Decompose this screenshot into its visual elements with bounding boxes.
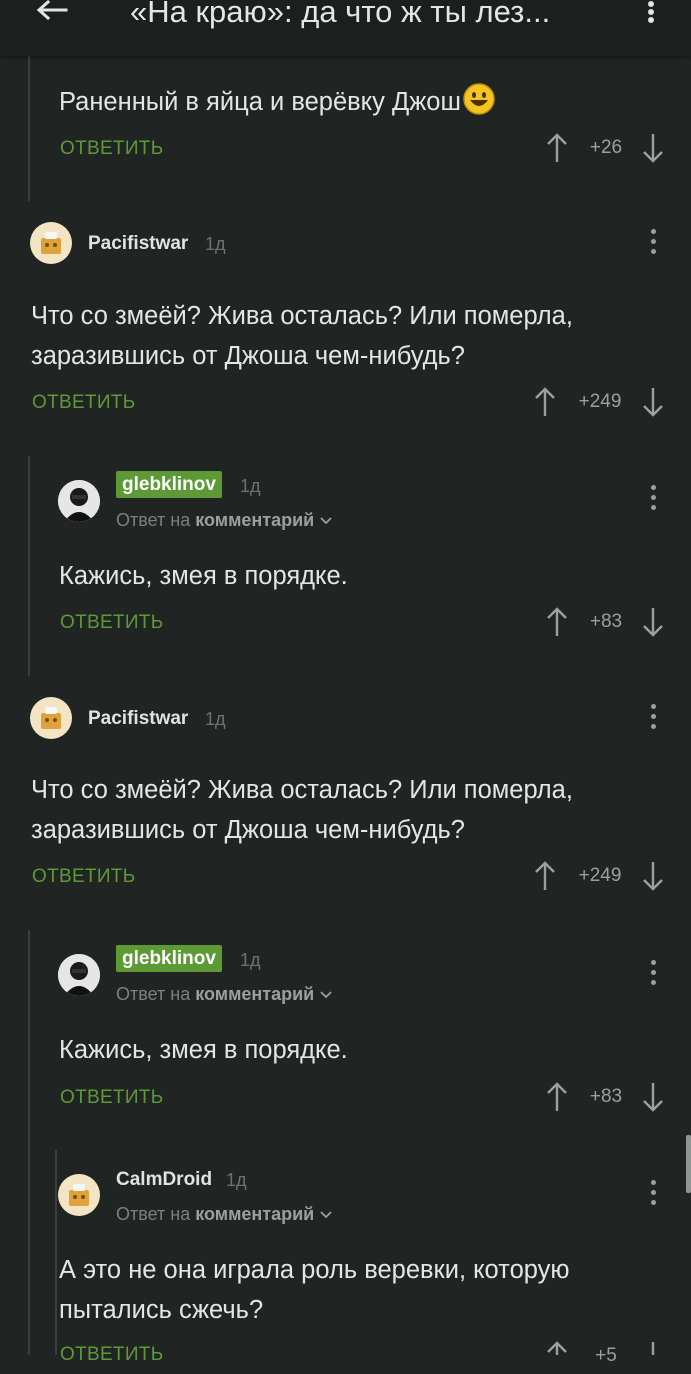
comment-text: Кажись, змея в порядке.	[59, 562, 348, 590]
downvote-arrow-icon[interactable]	[641, 860, 665, 892]
timestamp: 1д	[205, 709, 226, 729]
upvote-arrow-icon[interactable]	[533, 386, 557, 418]
robot-avatar-icon	[69, 1184, 89, 1206]
timestamp: 1д	[205, 234, 226, 254]
chevron-down-icon	[320, 991, 332, 999]
vote-controls: +83	[545, 1081, 685, 1115]
username[interactable]: CalmDroid	[116, 1169, 212, 1191]
comment-text: А это не она играла роль веревки, котору…	[59, 1256, 570, 1324]
vote-controls: +249	[533, 860, 673, 894]
avatar[interactable]	[58, 1174, 100, 1216]
reply-button[interactable]: ОТВЕТИТЬ	[60, 138, 163, 160]
vote-count: +83	[589, 1086, 623, 1107]
reply-button[interactable]: ОТВЕТИТЬ	[32, 866, 135, 888]
upvote-arrow-icon[interactable]	[545, 132, 569, 164]
avatar[interactable]	[30, 697, 72, 739]
thread-line	[55, 1150, 57, 1355]
upvote-arrow-icon[interactable]	[545, 1340, 569, 1355]
username[interactable]: glebklinov	[116, 471, 222, 498]
downvote-arrow-icon[interactable]	[641, 132, 665, 164]
timestamp: 1д	[226, 1170, 247, 1190]
username[interactable]: Pacifistwar	[88, 708, 188, 730]
downvote-arrow-icon[interactable]	[641, 606, 665, 638]
app-bar: «На краю»: да что ж ты лез...	[0, 0, 691, 56]
comment-menu-icon[interactable]	[647, 229, 659, 259]
reply-button[interactable]: ОТВЕТИТЬ	[32, 392, 135, 414]
reply-to-link[interactable]: Ответ на комментарий	[116, 1204, 333, 1225]
vote-count: +5	[595, 1345, 617, 1366]
vote-controls: +83	[545, 606, 685, 640]
comment-menu-icon[interactable]	[647, 485, 659, 515]
comment-text: Кажись, змея в порядке.	[59, 1036, 348, 1064]
vote-controls: +5	[545, 1340, 685, 1374]
person-avatar-icon	[58, 480, 100, 522]
upvote-arrow-icon[interactable]	[545, 1081, 569, 1113]
downvote-arrow-icon[interactable]	[641, 386, 665, 418]
smiley-emoji-icon	[463, 83, 495, 115]
avatar[interactable]	[58, 954, 100, 996]
chevron-down-icon	[320, 1211, 332, 1219]
upvote-arrow-icon[interactable]	[545, 606, 569, 638]
reply-button[interactable]: ОТВЕТИТЬ	[60, 612, 163, 634]
thread-line	[28, 56, 30, 201]
vote-count: +249	[578, 865, 622, 886]
reply-to-link[interactable]: Ответ на комментарий	[116, 510, 333, 531]
back-arrow-icon	[36, 0, 68, 21]
timestamp: 1д	[240, 950, 261, 970]
avatar[interactable]	[58, 480, 100, 522]
upvote-arrow-icon[interactable]	[533, 860, 557, 892]
person-avatar-icon	[58, 954, 100, 996]
avatar[interactable]	[30, 222, 72, 264]
robot-avatar-icon	[41, 707, 61, 729]
comment-menu-icon[interactable]	[647, 960, 659, 990]
comment-menu-icon[interactable]	[647, 1180, 659, 1210]
chevron-down-icon	[320, 517, 332, 525]
thread-line	[28, 456, 30, 676]
comment-text: Что со змеёй? Жива осталась? Или померла…	[31, 776, 573, 844]
vote-count: +249	[578, 391, 622, 412]
robot-avatar-icon	[41, 232, 61, 254]
more-options-button[interactable]	[636, 0, 666, 36]
comment-text: Раненный в яйца и верёвку Джош	[59, 82, 495, 122]
username[interactable]: glebklinov	[116, 945, 222, 972]
more-vert-icon	[648, 1, 654, 23]
comment-menu-icon[interactable]	[647, 704, 659, 734]
page-title: «На краю»: да что ж ты лез...	[130, 0, 551, 29]
downvote-arrow-icon[interactable]	[641, 1081, 665, 1113]
reply-button[interactable]: ОТВЕТИТЬ	[60, 1344, 163, 1366]
reply-to-link[interactable]: Ответ на комментарий	[116, 984, 333, 1005]
vote-count: +26	[589, 137, 623, 158]
thread-line	[28, 930, 30, 1355]
back-button[interactable]	[26, 0, 74, 40]
scrollbar[interactable]	[686, 1135, 691, 1193]
comment-text: Что со змеёй? Жива осталась? Или померла…	[31, 302, 573, 370]
vote-count: +83	[589, 611, 623, 632]
downvote-arrow-icon[interactable]	[641, 1340, 665, 1355]
reply-button[interactable]: ОТВЕТИТЬ	[60, 1087, 163, 1109]
timestamp: 1д	[240, 476, 261, 496]
vote-controls: +26	[545, 132, 685, 166]
vote-controls: +249	[533, 386, 673, 420]
username[interactable]: Pacifistwar	[88, 233, 188, 255]
